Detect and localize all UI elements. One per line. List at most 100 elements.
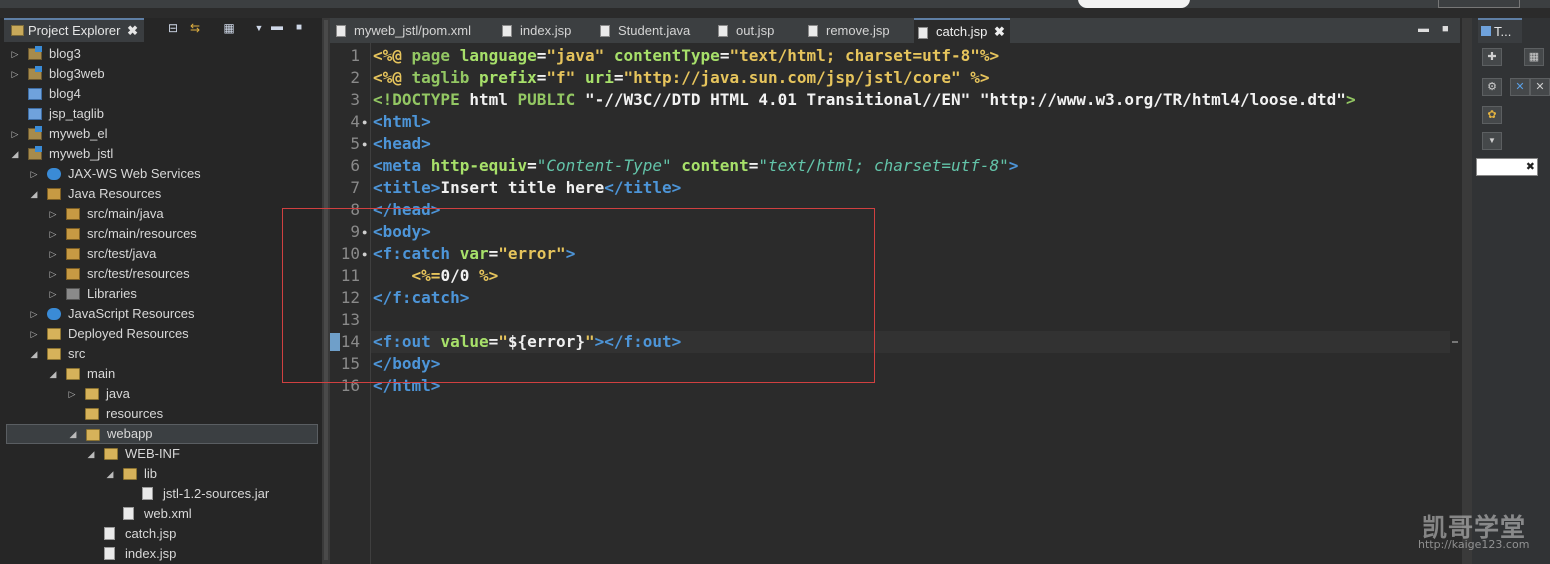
code-line[interactable]: <head> [373, 133, 431, 155]
expand-arrow-icon[interactable]: ◢ [86, 444, 96, 464]
editor-tab[interactable]: myweb_jstl/pom.xml [332, 18, 492, 43]
new-task-icon[interactable]: ✚ [1482, 48, 1502, 66]
editor-overview-ruler[interactable] [1450, 43, 1460, 564]
tree-item[interactable]: ◢ Java Resources [0, 184, 322, 204]
tree-item[interactable]: catch.jsp [0, 524, 322, 544]
tree-item[interactable]: web.xml [0, 504, 322, 524]
notification-pill[interactable] [1078, 0, 1190, 8]
tree-item[interactable]: ▷ src/main/resources [0, 224, 322, 244]
fold-toggle-icon[interactable]: ● [362, 221, 367, 243]
editor-maximize-icon[interactable]: ■ [1442, 23, 1449, 35]
explorer-scrollbar[interactable] [324, 20, 328, 560]
tree-item[interactable]: ▷ src/main/java [0, 204, 322, 224]
code-line[interactable]: <html> [373, 111, 431, 133]
expand-arrow-icon[interactable]: ◢ [29, 344, 39, 364]
expand-arrow-icon[interactable]: ▷ [29, 304, 39, 324]
filter-icon[interactable]: ▦ [222, 21, 236, 35]
line-number-gutter[interactable]: 1 2 3 4 ● 5 ● 6 7 8 9 ● 10 ● 11 12 13 14 15 16 [330, 43, 371, 564]
task-filter-icon[interactable]: ⚙ [1482, 78, 1502, 96]
tree-item-label: src [68, 346, 86, 361]
editor-tab[interactable]: catch.jsp ✖ [914, 18, 1010, 43]
editor-tab[interactable]: remove.jsp [804, 18, 908, 43]
code-line[interactable]: <%=0/0 %> [373, 265, 499, 287]
fold-toggle-icon[interactable]: ● [362, 111, 367, 133]
code-line[interactable]: <!DOCTYPE html PUBLIC "-//W3C//DTD HTML … [373, 89, 1356, 111]
code-line[interactable]: <title>Insert title here</title> [373, 177, 681, 199]
close-icon[interactable]: ✖ [127, 20, 138, 42]
collapse-tasks-icon[interactable]: ✕ [1510, 78, 1530, 96]
view-menu-icon[interactable]: ▼ [252, 21, 266, 35]
fold-toggle-icon[interactable]: ● [362, 243, 367, 265]
tree-item[interactable]: jstl-1.2-sources.jar [0, 484, 322, 504]
tree-item[interactable]: ▷ blog3web [0, 64, 322, 84]
task-options-icon[interactable]: ✕ [1530, 78, 1550, 96]
tree-item[interactable]: ▷ src/test/resources [0, 264, 322, 284]
tree-item[interactable]: ◢ main [0, 364, 322, 384]
editor-tab[interactable]: out.jsp [714, 18, 798, 43]
tree-item[interactable]: ◢ webapp [6, 424, 318, 444]
expand-arrow-icon[interactable]: ▷ [29, 324, 39, 344]
code-line[interactable]: <f:out value="${error}"></f:out> [373, 331, 681, 353]
tree-item[interactable]: ▷ myweb_el [0, 124, 322, 144]
link-editor-icon[interactable]: ⇆ [188, 21, 202, 35]
expand-arrow-icon[interactable]: ◢ [105, 464, 115, 484]
collapse-all-icon[interactable]: ⊟ [166, 21, 180, 35]
quick-access-field[interactable] [1438, 0, 1520, 8]
code-line[interactable]: </html> [373, 375, 440, 397]
tree-item[interactable]: blog4 [0, 84, 322, 104]
task-list-tab[interactable]: T... [1478, 18, 1522, 43]
project-explorer-tab[interactable]: Project Explorer ✖ [4, 18, 144, 42]
right-panel-divider[interactable] [1462, 18, 1472, 564]
expand-arrow-icon[interactable]: ◢ [48, 364, 58, 384]
code-line[interactable]: <body> [373, 221, 431, 243]
task-dropdown-icon[interactable]: ▼ [1482, 132, 1502, 150]
close-icon[interactable]: ✖ [994, 20, 1005, 43]
expand-arrow-icon[interactable]: ▷ [48, 244, 58, 264]
tree-item[interactable]: ◢ lib [0, 464, 322, 484]
code-line[interactable]: <%@ page language="java" contentType="te… [373, 45, 999, 67]
schedule-icon[interactable]: ✿ [1482, 106, 1502, 124]
expand-arrow-icon[interactable]: ▷ [10, 124, 20, 144]
tree-item[interactable]: ▷ Deployed Resources [0, 324, 322, 344]
expand-arrow-icon[interactable]: ◢ [10, 144, 20, 164]
tree-item[interactable]: resources [0, 404, 322, 424]
minimize-icon[interactable]: ▬ [270, 19, 284, 33]
expand-arrow-icon[interactable]: ▷ [48, 204, 58, 224]
tree-item[interactable]: ▷ JavaScript Resources [0, 304, 322, 324]
task-find-field[interactable]: ✖ [1476, 158, 1538, 176]
bookmark-marker-icon[interactable] [330, 333, 340, 351]
tree-item[interactable]: jsp_taglib [0, 104, 322, 124]
tree-item[interactable]: ▷ java [0, 384, 322, 404]
expand-arrow-icon[interactable]: ◢ [68, 425, 78, 443]
tree-item[interactable]: ▷ JAX-WS Web Services [0, 164, 322, 184]
tree-item[interactable]: index.jsp [0, 544, 322, 564]
expand-arrow-icon[interactable]: ◢ [29, 184, 39, 204]
tree-item[interactable]: ▷ blog3 [0, 44, 322, 64]
clear-field-icon[interactable]: ✖ [1526, 159, 1535, 175]
expand-arrow-icon[interactable]: ▷ [67, 384, 77, 404]
tree-item[interactable]: ▷ Libraries [0, 284, 322, 304]
expand-arrow-icon[interactable]: ▷ [10, 44, 20, 64]
panel-view-icon[interactable]: ▦ [1524, 48, 1544, 66]
tree-item[interactable]: ◢ src [0, 344, 322, 364]
tree-item[interactable]: ▷ src/test/java [0, 244, 322, 264]
code-line[interactable]: </f:catch> [373, 287, 469, 309]
expand-arrow-icon[interactable]: ▷ [48, 264, 58, 284]
editor-tab[interactable]: Student.java [596, 18, 708, 43]
code-line[interactable]: </head> [373, 199, 440, 221]
fold-toggle-icon[interactable]: ● [362, 133, 367, 155]
expand-arrow-icon[interactable]: ▷ [10, 64, 20, 84]
code-text-area[interactable]: <%@ page language="java" contentType="te… [370, 43, 1460, 564]
code-line[interactable]: <%@ taglib prefix="f" uri="http://java.s… [373, 67, 990, 89]
expand-arrow-icon[interactable]: ▷ [48, 284, 58, 304]
expand-arrow-icon[interactable]: ▷ [29, 164, 39, 184]
maximize-icon[interactable]: ■ [292, 21, 306, 35]
code-line[interactable]: <meta http-equiv="Content-Type" content=… [373, 155, 1018, 177]
tree-item[interactable]: ◢ myweb_jstl [0, 144, 322, 164]
editor-minimize-icon[interactable]: ▬ [1418, 23, 1429, 35]
code-line[interactable]: </body> [373, 353, 440, 375]
code-line[interactable]: <f:catch var="error"> [373, 243, 575, 265]
editor-tab[interactable]: index.jsp [498, 18, 590, 43]
expand-arrow-icon[interactable]: ▷ [48, 224, 58, 244]
tree-item[interactable]: ◢ WEB-INF [0, 444, 322, 464]
